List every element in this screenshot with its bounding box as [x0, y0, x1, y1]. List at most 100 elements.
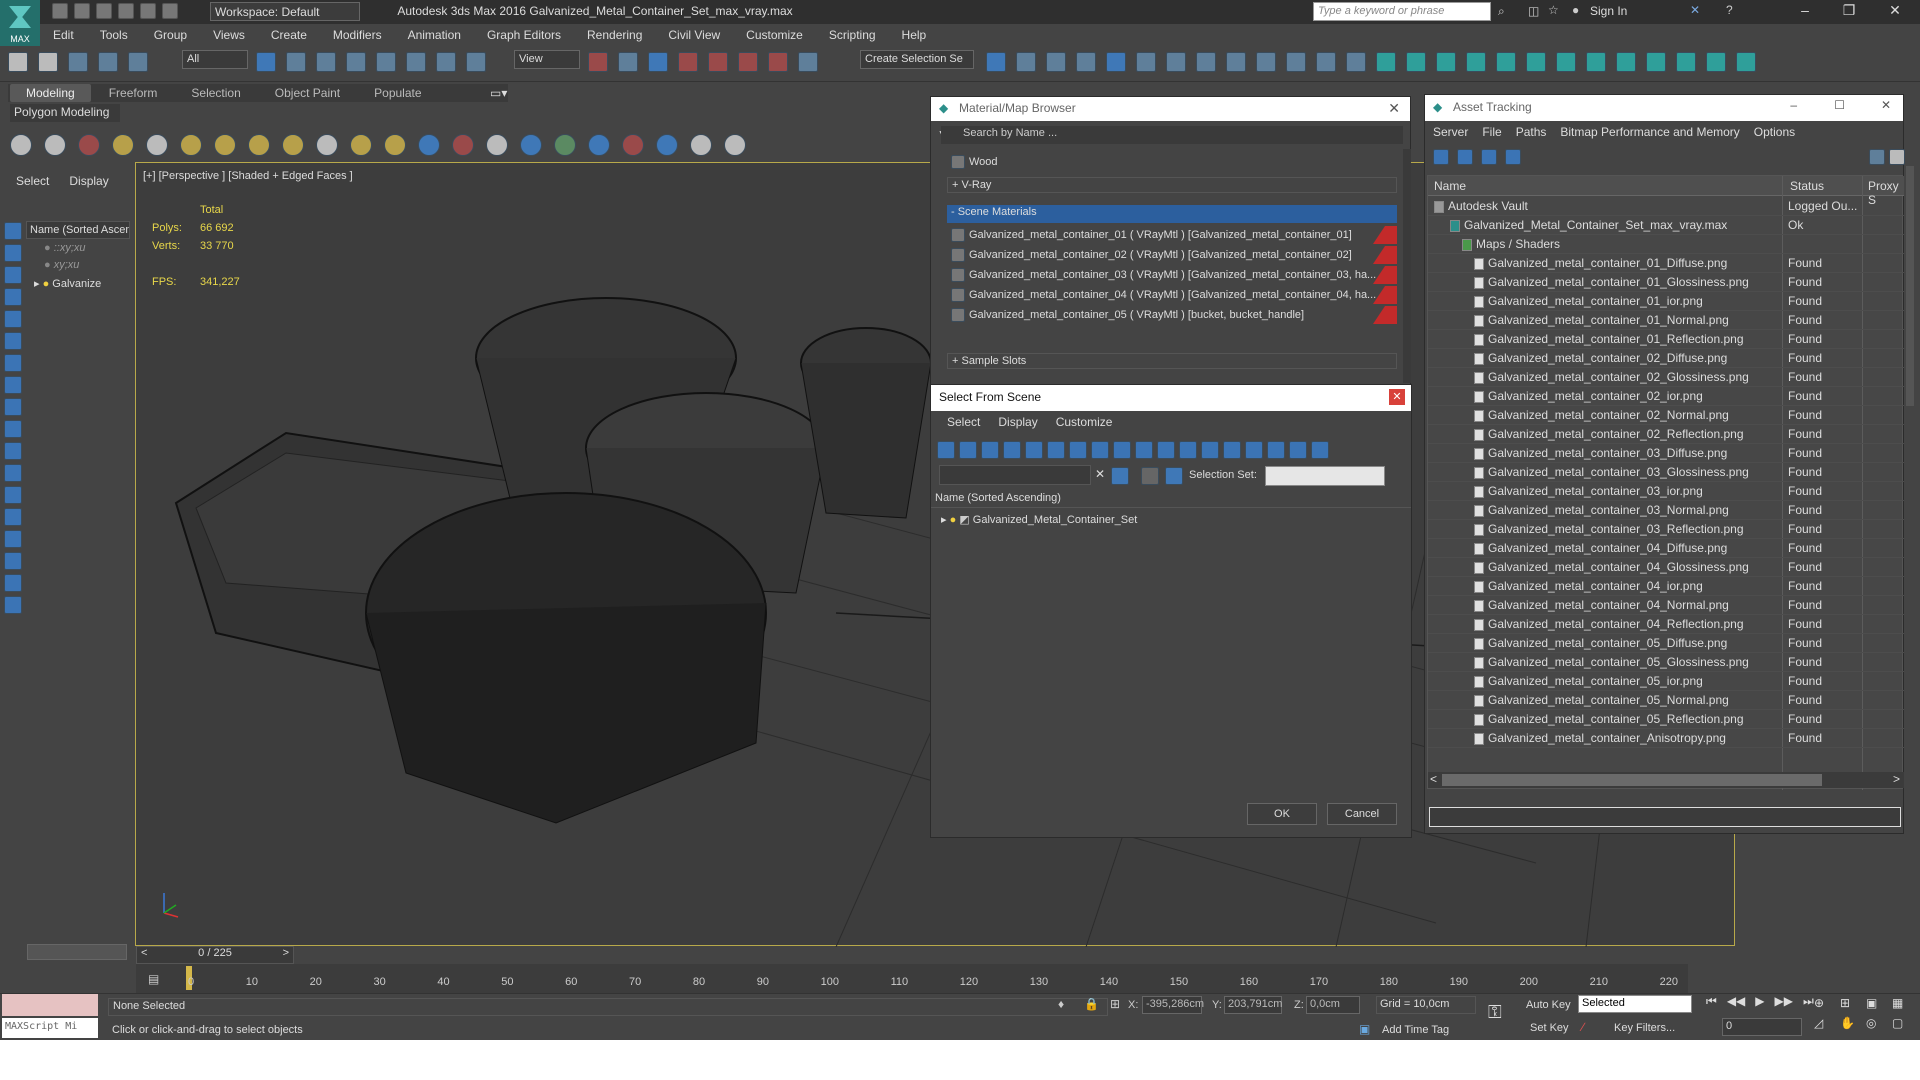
list-view-icon[interactable] — [1457, 149, 1473, 165]
asset-row[interactable]: Galvanized_metal_container_05_ior.png Fou… — [1428, 672, 1904, 691]
ribbon-tab[interactable]: Modeling — [10, 84, 91, 102]
schematic-view-icon[interactable] — [1166, 52, 1186, 72]
asset-row[interactable]: Galvanized_metal_container_05_Diffuse.pn… — [1428, 634, 1904, 653]
asset-row[interactable]: Galvanized_metal_container_05_Glossiness… — [1428, 653, 1904, 672]
toggle-ribbon-icon[interactable] — [1076, 52, 1096, 72]
set-key-icon[interactable]: ⚿ — [1488, 1002, 1502, 1023]
menu-item[interactable]: Scripting — [816, 28, 889, 42]
layer-icon[interactable] — [4, 596, 22, 614]
column-name[interactable]: Name — [1434, 179, 1466, 193]
layer-explorer-icon[interactable] — [1046, 52, 1066, 72]
asset-row[interactable]: Maps / Shaders — [1428, 235, 1904, 254]
scroll-right-icon[interactable]: > — [1893, 772, 1900, 786]
render-scene-icon[interactable] — [656, 134, 678, 156]
play-icon[interactable]: ▶ — [1755, 994, 1764, 1009]
vray-sun-icon[interactable] — [1406, 52, 1426, 72]
menu-customize[interactable]: Customize — [1056, 415, 1113, 429]
menu-item[interactable]: Rendering — [574, 28, 655, 42]
menu-item[interactable]: Animation — [395, 28, 474, 42]
select-from-scene-titlebar[interactable]: Select From Scene — [931, 385, 1411, 411]
display-invert-icon[interactable] — [4, 530, 22, 548]
scene-explorer-row[interactable]: ● xy;xu — [44, 259, 79, 271]
scene-explorer-display-tab[interactable]: Display — [69, 174, 108, 188]
display-all-icon[interactable] — [4, 486, 22, 504]
asset-grid-hscrollbar[interactable]: < > — [1428, 772, 1904, 788]
asset-row[interactable]: Galvanized_metal_container_01_Glossiness… — [1428, 273, 1904, 292]
field-of-view-icon[interactable]: ◿ — [1814, 1016, 1834, 1030]
ok-button[interactable]: OK — [1247, 803, 1317, 825]
angle-snap-icon[interactable] — [708, 52, 728, 72]
named-selection-dropdown[interactable]: Create Selection Se — [860, 50, 974, 69]
teapot-primitive-icon[interactable] — [282, 134, 304, 156]
display-all-icon[interactable] — [1201, 441, 1219, 459]
filter-shapes-icon[interactable] — [959, 441, 977, 459]
asset-row[interactable]: Galvanized_metal_container_01_Reflection… — [1428, 330, 1904, 349]
filter-lights-icon[interactable] — [981, 441, 999, 459]
percent-snap-icon[interactable] — [738, 52, 758, 72]
close-icon[interactable]: ✕ — [1388, 100, 1400, 117]
right-edge-scrollbar[interactable] — [1906, 166, 1914, 406]
render-iterative-icon[interactable] — [1316, 52, 1336, 72]
asset-row[interactable]: Galvanized_metal_container_01_Normal.png… — [1428, 311, 1904, 330]
asset-row[interactable]: Autodesk Vault Logged Ou... — [1428, 197, 1904, 216]
snaps-toggle-icon[interactable] — [678, 52, 698, 72]
time-prev-arrow[interactable]: < — [141, 947, 147, 959]
cloud-icon[interactable] — [44, 134, 66, 156]
select-link-icon[interactable] — [68, 52, 88, 72]
asset-row[interactable]: Galvanized_metal_container_04_Glossiness… — [1428, 558, 1904, 577]
menu-select[interactable]: Select — [947, 415, 980, 429]
x-coord-field[interactable]: -395,286cm — [1142, 996, 1204, 1014]
orbit-icon[interactable]: ◎ — [1866, 1016, 1886, 1030]
teapot-icon[interactable] — [10, 134, 32, 156]
help-circle-icon[interactable] — [724, 134, 746, 156]
sample-slots-header[interactable]: + Sample Slots — [947, 353, 1397, 369]
funnel-icon[interactable] — [1267, 441, 1285, 459]
scale-icon[interactable] — [436, 52, 456, 72]
time-tag-icon[interactable]: ▣ — [1359, 1022, 1370, 1036]
sun-icon[interactable] — [350, 134, 372, 156]
box-icon[interactable] — [180, 134, 202, 156]
move-icon[interactable] — [376, 52, 396, 72]
pivot-center-icon[interactable] — [588, 52, 608, 72]
vray-physical-camera-icon[interactable] — [1676, 52, 1696, 72]
asset-row[interactable]: Galvanized_metal_container_03_Normal.png… — [1428, 501, 1904, 520]
filter-shapes-icon[interactable] — [4, 244, 22, 262]
asset-row[interactable]: Galvanized_metal_container_05_Normal.png… — [1428, 691, 1904, 710]
asset-row[interactable]: Galvanized_metal_container_01_ior.png Fou… — [1428, 292, 1904, 311]
window-crossing-icon[interactable] — [346, 52, 366, 72]
dynamics-icon[interactable] — [452, 134, 474, 156]
filter-xrefs-icon[interactable] — [1091, 441, 1109, 459]
scene-object-row[interactable]: ▸ ● ◩ Galvanized_Metal_Container_Set — [941, 513, 1137, 526]
clear-search-icon[interactable]: ✕ — [1095, 467, 1105, 481]
vray-light-icon[interactable] — [1376, 52, 1396, 72]
asset-menu-item[interactable]: Server — [1433, 125, 1468, 139]
filter-xrefs-icon[interactable] — [4, 376, 22, 394]
go-to-start-icon[interactable]: ⏮ — [1706, 994, 1717, 1009]
user-icon[interactable]: ● — [1572, 3, 1579, 17]
filter-frozen-icon[interactable] — [4, 442, 22, 460]
asset-row[interactable]: Galvanized_metal_container_03_Glossiness… — [1428, 463, 1904, 482]
vray-fur-icon[interactable] — [1466, 52, 1486, 72]
zoom-extents-all-icon[interactable]: ▦ — [1892, 996, 1912, 1010]
display-none-icon[interactable] — [4, 508, 22, 526]
column-status[interactable]: Status — [1790, 179, 1824, 193]
rectangular-selection-icon[interactable] — [316, 52, 336, 72]
add-time-tag[interactable]: Add Time Tag — [1382, 1024, 1449, 1036]
asset-tracking-titlebar[interactable]: ◆ Asset Tracking – ☐ ✕ — [1425, 95, 1903, 121]
time-slider[interactable]: < 0 / 225 > — [136, 946, 294, 964]
menu-item[interactable]: Edit — [40, 28, 87, 42]
binoculars-icon[interactable]: ⌕ — [1498, 4, 1505, 19]
plant-icon[interactable] — [554, 134, 576, 156]
scene-explorer-row[interactable]: ● ::xy;xu — [44, 242, 86, 254]
filter-groups-icon[interactable] — [4, 354, 22, 372]
material-row[interactable]: Galvanized_metal_container_02 ( VRayMtl … — [947, 246, 1397, 264]
absolute-mode-icon[interactable]: ⊞ — [1110, 997, 1120, 1011]
isolate-selection-icon[interactable]: ♦ — [1058, 997, 1064, 1011]
asset-row[interactable]: Galvanized_metal_container_02_Reflection… — [1428, 425, 1904, 444]
table-view-icon[interactable] — [1505, 149, 1521, 165]
case-sensitive-icon[interactable] — [1111, 467, 1129, 485]
menu-item[interactable]: Customize — [733, 28, 816, 42]
undo-icon[interactable] — [8, 52, 28, 72]
material-row[interactable]: Galvanized_metal_container_03 ( VRayMtl … — [947, 266, 1397, 284]
bulb-on-icon[interactable]: ● — [950, 514, 957, 526]
